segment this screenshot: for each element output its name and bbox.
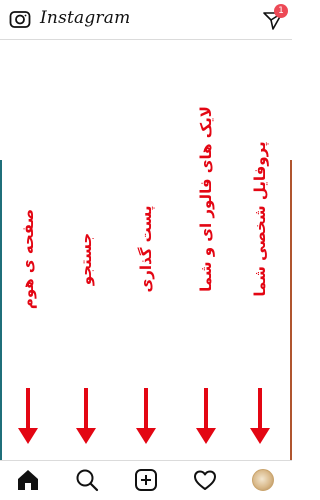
feed-edge-left (0, 160, 2, 460)
top-bar: Instagram 1 (0, 0, 292, 40)
arrow-down-icon (196, 388, 216, 444)
annotation-label-home: صفحه ی هوم (19, 208, 37, 310)
annotation-label-likes: لایک های فالور ای و شما (197, 106, 215, 292)
search-icon[interactable] (74, 467, 100, 493)
bottom-navigation (0, 460, 292, 500)
annotation-search: جستجو (66, 40, 106, 460)
arrow-down-icon (76, 388, 96, 444)
camera-icon[interactable] (9, 9, 31, 29)
feed-edge-right (290, 160, 292, 460)
arrow-down-icon (136, 388, 156, 444)
annotation-likes: لایک های فالور ای و شما (186, 40, 226, 460)
add-post-icon[interactable] (133, 467, 159, 493)
annotation-profile: پروفایل شخصی شما (240, 40, 280, 460)
avatar (252, 469, 274, 491)
profile-avatar[interactable] (250, 467, 276, 493)
annotation-home: صفحه ی هوم (8, 40, 48, 460)
arrow-down-icon (250, 388, 270, 444)
arrow-down-icon (18, 388, 38, 444)
heart-icon[interactable] (192, 467, 218, 493)
annotation-label-post: پست گذاری (137, 205, 155, 293)
feed-area: صفحه ی هوم جستجو پست گذاری لایک های فالو… (0, 40, 292, 460)
annotation-label-search: جستجو (77, 232, 95, 286)
home-icon[interactable] (15, 467, 41, 493)
notification-badge: 1 (274, 4, 288, 18)
annotation-post: پست گذاری (126, 40, 166, 460)
annotation-label-profile: پروفایل شخصی شما (251, 141, 269, 297)
app-title: Instagram (40, 8, 131, 28)
